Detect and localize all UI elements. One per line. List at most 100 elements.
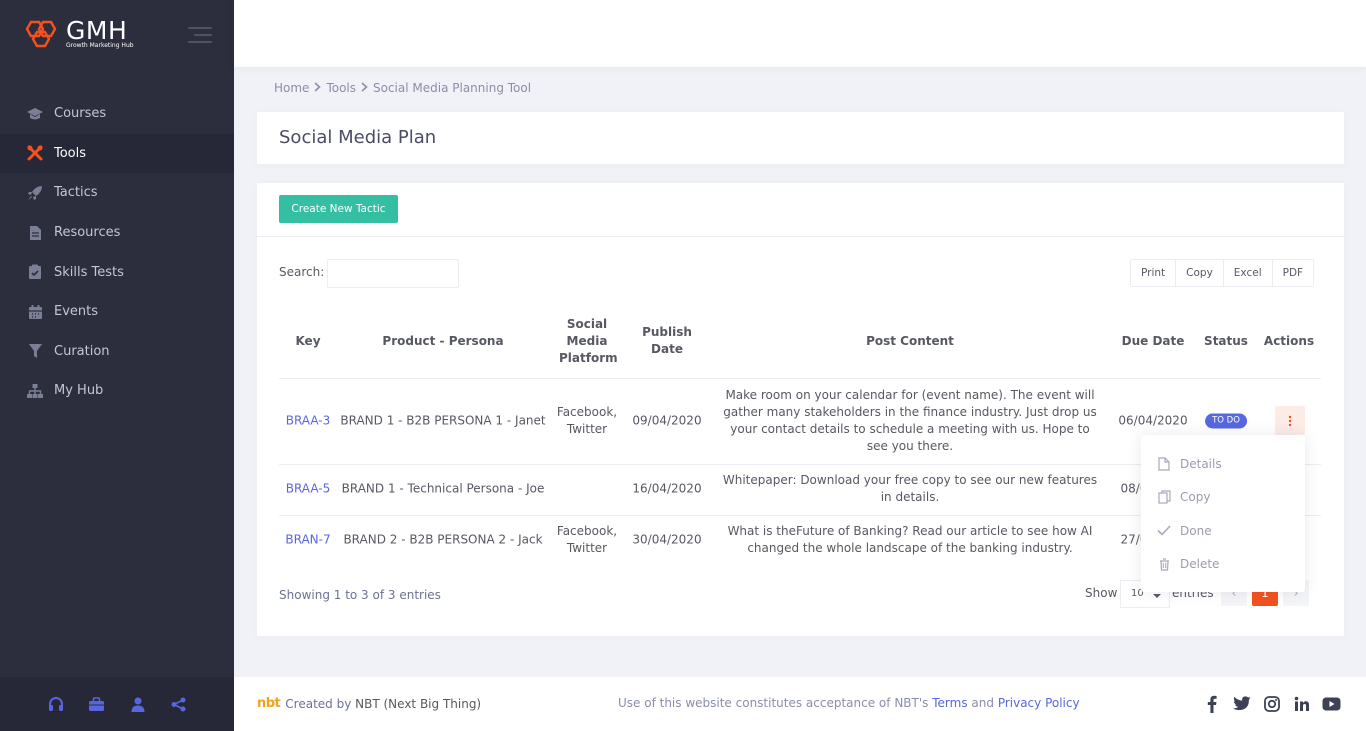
twitter-icon[interactable] (1232, 694, 1251, 713)
file-icon (1156, 456, 1172, 472)
column-header-publish-date[interactable]: Publish Date (642, 324, 692, 358)
menu-item-copy[interactable]: Copy (1141, 481, 1305, 515)
sidebar-item-my-hub[interactable]: My Hub (0, 371, 234, 411)
row-publish-date: 09/04/2020 (632, 413, 702, 428)
menu-toggle-icon[interactable] (188, 25, 212, 45)
headset-icon[interactable] (46, 695, 65, 714)
breadcrumb-tools[interactable]: Tools (326, 81, 356, 95)
linkedin-icon[interactable] (1292, 694, 1311, 713)
nbt-logo[interactable]: nbt (257, 696, 281, 711)
sidebar-item-skills-tests[interactable]: Skills Tests (0, 252, 234, 292)
top-header (234, 0, 1366, 67)
brand-logo[interactable]: GMH Growth Marketing Hub (22, 17, 142, 51)
row-key-link[interactable]: BRAN-7 (285, 532, 330, 549)
row-post-content: What is theFuture of Banking? Read our a… (727, 524, 1093, 555)
brand-tagline: Growth Marketing Hub (66, 42, 134, 49)
terms-link[interactable]: Terms (932, 696, 967, 710)
copy-icon (1156, 489, 1172, 505)
creator-name: NBT (Next Big Thing) (355, 696, 482, 711)
chevron-right-icon (361, 81, 368, 95)
sidebar-nav: Courses Tools Tactics Resources Skills T… (0, 94, 234, 411)
sidebar-item-events[interactable]: Events (0, 292, 234, 332)
briefcase-icon[interactable] (87, 695, 106, 714)
trash-icon (1156, 556, 1172, 572)
column-header-due-date[interactable]: Due Date (1122, 333, 1185, 350)
menu-item-details[interactable]: Details (1141, 447, 1305, 481)
column-header-status[interactable]: Status (1204, 333, 1248, 350)
filter-icon (26, 342, 44, 360)
create-new-tactic-button[interactable]: Create New Tactic (279, 195, 398, 223)
sidebar-item-tools[interactable]: Tools (0, 133, 234, 174)
breadcrumb-home[interactable]: Home (274, 81, 309, 95)
created-by-label: Created by (285, 696, 352, 711)
row-publish-date: 16/04/2020 (632, 481, 702, 496)
column-header-actions: Actions (1263, 334, 1315, 348)
search-label: Search: (279, 265, 325, 279)
sidebar-footer (0, 677, 234, 731)
user-icon[interactable] (128, 695, 147, 714)
table-info: Showing 1 to 3 of 3 entries (279, 588, 441, 602)
footer-notice-text: Use of this website constitutes acceptan… (618, 696, 929, 710)
row-actions-menu: Details Copy Done Delete (1141, 435, 1305, 592)
calendar-icon (26, 303, 44, 321)
social-links (1202, 694, 1341, 713)
instagram-icon[interactable] (1262, 694, 1281, 713)
show-label: Show (1085, 586, 1118, 600)
export-buttons: Print Copy Excel PDF (1130, 259, 1315, 287)
footer-and: and (971, 696, 994, 710)
chevron-right-icon (314, 81, 322, 95)
youtube-icon[interactable] (1322, 694, 1341, 713)
row-persona: BRAND 2 - B2B PERSONA 2 - Jack (343, 532, 543, 547)
row-actions-button[interactable] (1275, 406, 1305, 435)
column-header-key[interactable]: Key (295, 333, 320, 350)
menu-item-delete[interactable]: Delete (1141, 548, 1305, 582)
card-header: Create New Tactic (257, 183, 1344, 237)
tactics-table-card: Create New Tactic Search: Print Copy Exc… (257, 183, 1344, 636)
search-input[interactable] (327, 259, 459, 288)
excel-button[interactable]: Excel (1223, 260, 1273, 286)
title-card: Social Media Plan (257, 112, 1344, 164)
brand-name: GMH (66, 16, 128, 45)
graduation-cap-icon (26, 105, 44, 123)
row-platform: Facebook, Twitter (556, 405, 618, 436)
hexagon-logo-icon (25, 20, 57, 48)
table-divider (279, 378, 1321, 379)
column-header-post-content[interactable]: Post Content (866, 333, 954, 350)
sidebar-item-resources[interactable]: Resources (0, 213, 234, 253)
row-post-content: Make room on your calendar for (event na… (723, 388, 1097, 453)
copy-button[interactable]: Copy (1176, 260, 1224, 286)
nbt-logo-text: nbt (257, 696, 281, 711)
sidebar-item-curation[interactable]: Curation (0, 332, 234, 372)
row-due-date: 06/04/2020 (1118, 413, 1188, 428)
clipboard-check-icon (26, 263, 44, 281)
breadcrumb-current[interactable]: Social Media Planning Tool (373, 81, 531, 95)
tools-icon (26, 144, 44, 162)
sidebar: GMH Growth Marketing Hub Courses Tools T… (0, 0, 234, 731)
footer-credits: nbt Created by NBT (Next Big Thing) (257, 696, 481, 711)
check-icon (1156, 523, 1172, 539)
column-header-social-media-platform[interactable]: Social Media Platform (559, 316, 618, 367)
row-key-link[interactable]: BRAA-3 (286, 413, 331, 430)
page-title: Social Media Plan (279, 127, 437, 148)
footer-notice: Use of this website constitutes acceptan… (618, 696, 1080, 710)
rocket-icon (26, 184, 44, 202)
column-header-product-persona[interactable]: Product - Persona (382, 333, 503, 350)
row-post-content: Whitepaper: Download your free copy to s… (722, 473, 1098, 504)
pdf-button[interactable]: PDF (1272, 260, 1314, 286)
sidebar-item-courses[interactable]: Courses (0, 94, 234, 134)
privacy-policy-link[interactable]: Privacy Policy (998, 696, 1080, 710)
breadcrumb: Home Tools Social Media Planning Tool (274, 81, 531, 95)
sidebar-item-tactics[interactable]: Tactics (0, 173, 234, 213)
row-persona: BRAND 1 - B2B PERSONA 1 - Janet (340, 413, 546, 428)
row-platform: Facebook, Twitter (556, 524, 618, 555)
share-icon[interactable] (169, 695, 188, 714)
facebook-icon[interactable] (1202, 694, 1221, 713)
row-publish-date: 30/04/2020 (632, 532, 702, 547)
more-vertical-icon (1288, 415, 1292, 426)
caret-down-icon (1153, 594, 1161, 598)
page-footer: nbt Created by NBT (Next Big Thing) Use … (234, 677, 1366, 731)
menu-item-done[interactable]: Done (1141, 514, 1305, 548)
row-key-link[interactable]: BRAA-5 (286, 481, 331, 498)
print-button[interactable]: Print (1131, 260, 1177, 286)
sitemap-icon (26, 382, 44, 400)
